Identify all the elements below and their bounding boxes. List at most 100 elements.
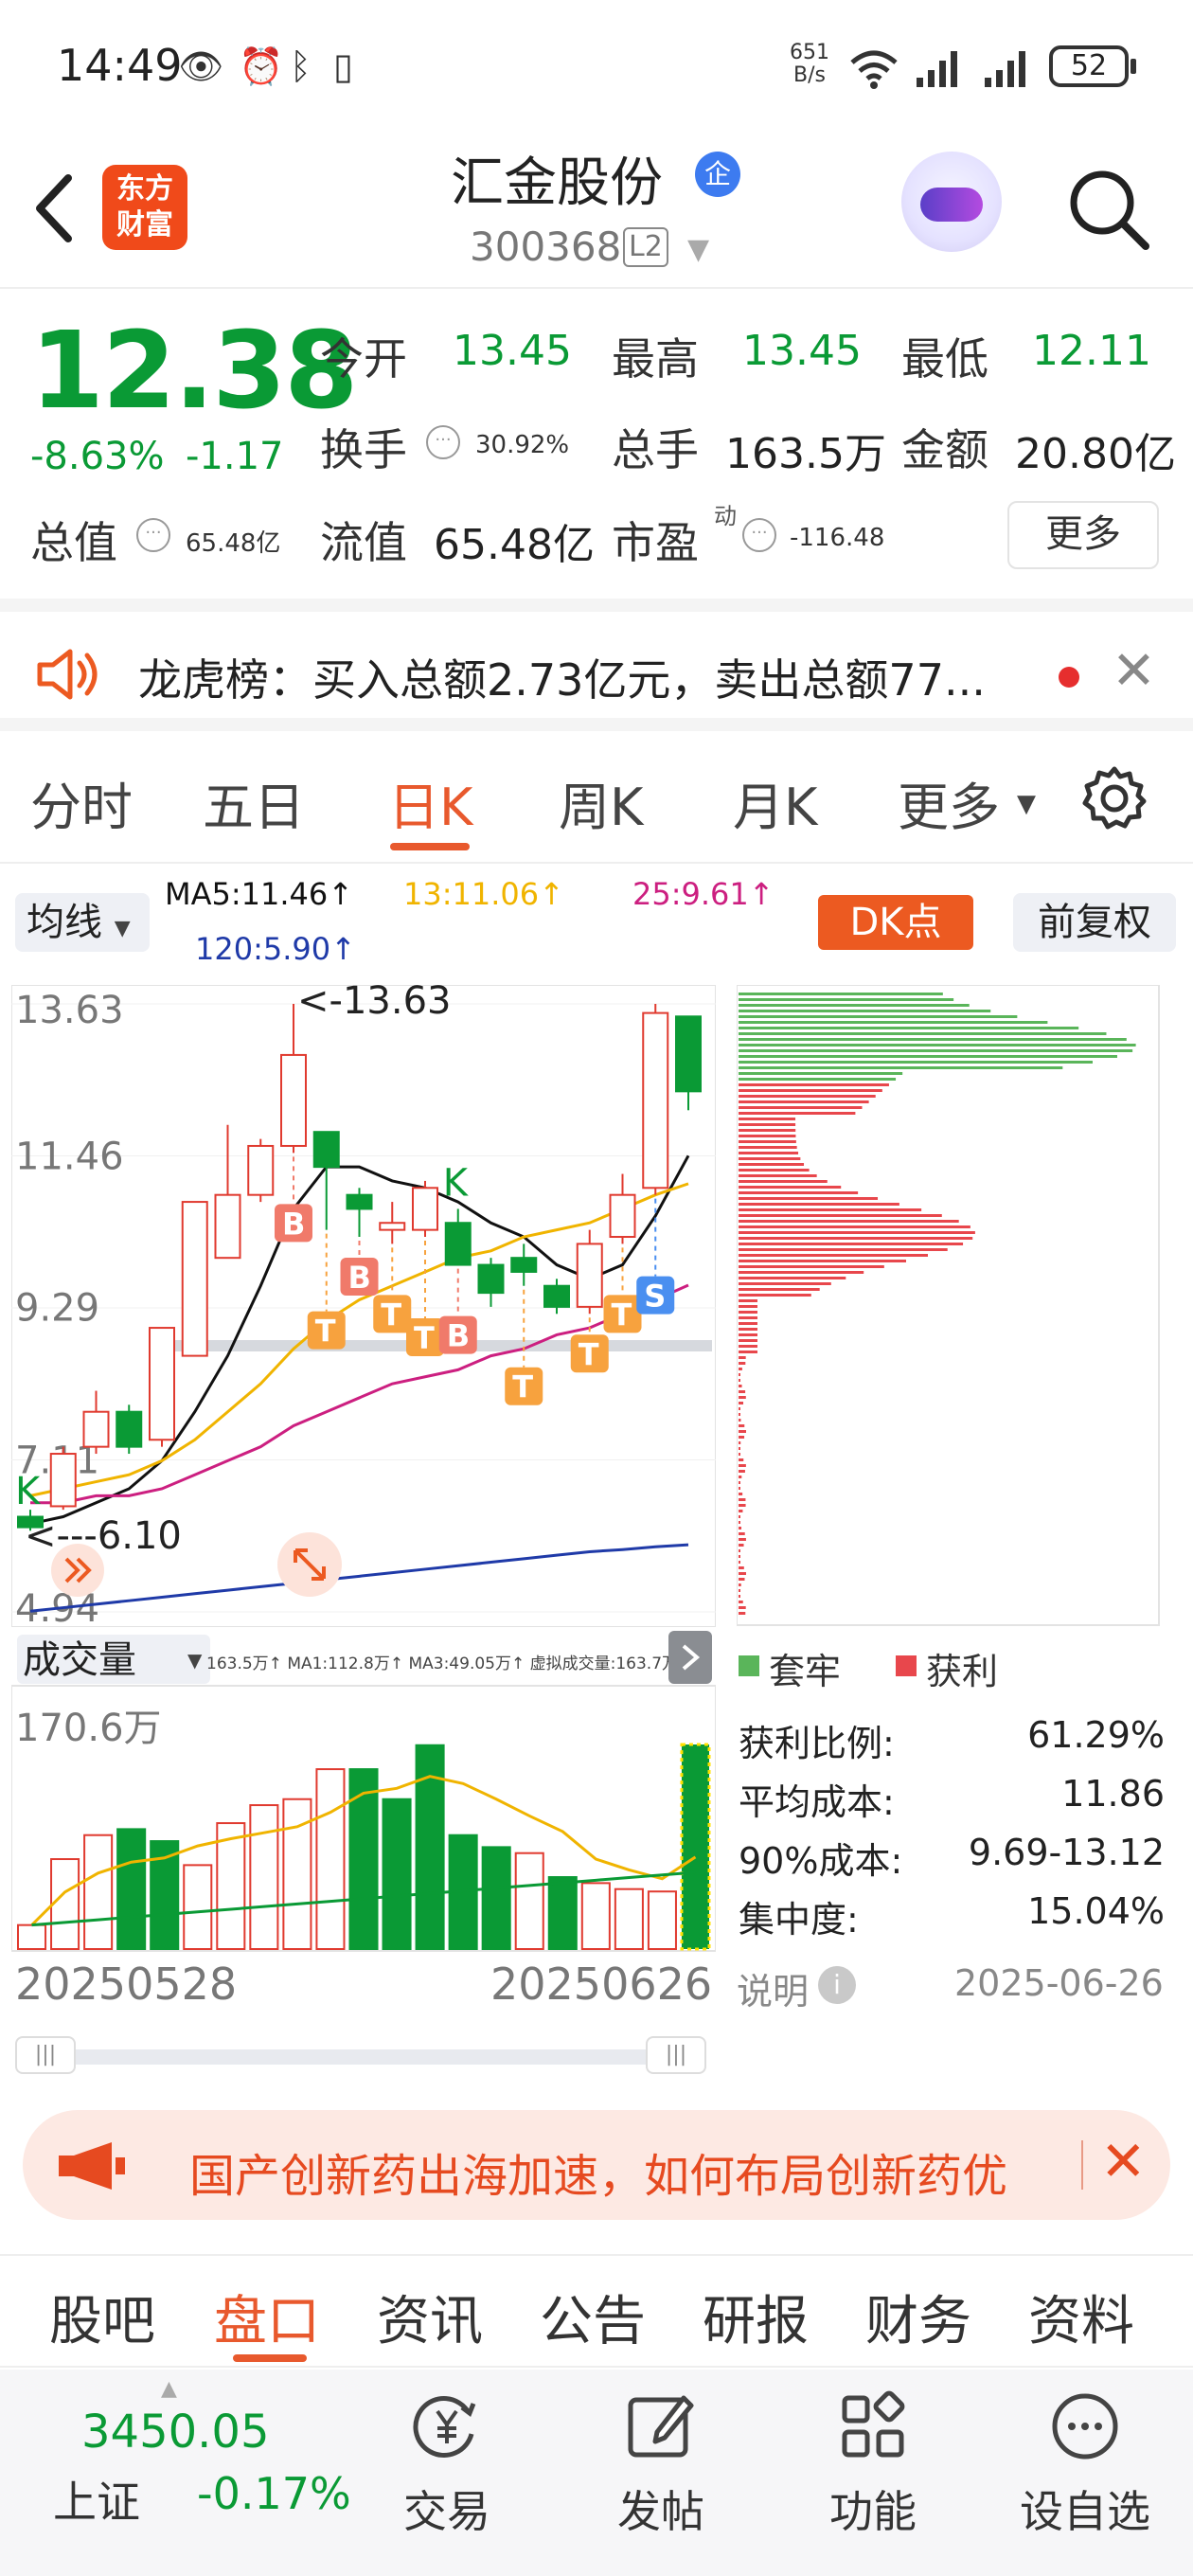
info-icon[interactable]: i [818, 1966, 856, 2004]
tab-financials[interactable]: 财务 [865, 2279, 971, 2355]
stock-code[interactable]: 300368 [470, 224, 621, 270]
chip-bar [739, 1299, 757, 1302]
chip-bar [739, 1549, 740, 1552]
back-icon[interactable] [27, 170, 83, 246]
chip-bar [739, 1595, 740, 1598]
nav-trade[interactable]: 交易 [381, 2379, 513, 2559]
tab-monthly-k[interactable]: 月K [733, 765, 817, 840]
nav-post[interactable]: 发帖 [595, 2379, 727, 2559]
chip-bar [739, 1436, 745, 1439]
dk-point-button[interactable]: DK点 [818, 895, 973, 950]
signal-label: T [579, 1336, 599, 1372]
signal-label: B [447, 1318, 470, 1354]
nav-label: 发帖 [617, 2486, 704, 2537]
y-tick-label: 13.63 [15, 989, 124, 1032]
signal-1-icon [917, 51, 957, 87]
nav-add-watchlist[interactable]: 设自选 [1019, 2379, 1151, 2559]
chip-bar [739, 1191, 859, 1194]
nav-functions[interactable]: 功能 [807, 2379, 939, 2559]
candle-body [576, 1243, 603, 1308]
ma-select[interactable]: 均线 ▼ [15, 893, 150, 952]
change-amount: -1.17 [186, 435, 284, 478]
close-icon[interactable]: ✕ [1100, 2129, 1147, 2193]
tab-forum[interactable]: 股吧 [49, 2279, 155, 2355]
promo-banner[interactable]: 国产创新药出海加速，如何布局创新药优 ✕ [23, 2110, 1170, 2220]
chip-bar [739, 1248, 948, 1251]
tab-more[interactable]: 更多 [898, 765, 1000, 840]
chip-bar [739, 1146, 797, 1149]
tab-research[interactable]: 研报 [703, 2279, 809, 2355]
chip-bar [739, 1441, 741, 1444]
signal-k: K [443, 1161, 470, 1205]
candlestick-chart[interactable]: 13.6311.469.297.114.94 KBTBTTKBTTTS <-13… [11, 985, 716, 1627]
chip-bar [739, 1288, 820, 1291]
chip-bar [739, 1152, 799, 1154]
info-dots-icon[interactable]: ··· [426, 425, 460, 459]
explain-link[interactable]: 说明 [737, 1962, 809, 2014]
gear-icon[interactable] [1079, 763, 1149, 833]
chip-bar [739, 1447, 740, 1450]
chip-bar [739, 1521, 740, 1524]
chip-distribution-chart [737, 985, 1160, 1626]
tab-daily-k[interactable]: 日K [388, 765, 472, 840]
tab-orderbook[interactable]: 盘口 [214, 2279, 320, 2355]
logo-line2: 财富 [116, 208, 173, 242]
volume-value: 163.5万 [725, 430, 886, 478]
stock-header: 东方 财富 汇金股份 企 300368 L2 ▼ [0, 133, 1193, 289]
scroller-right-handle[interactable]: ||| [646, 2036, 706, 2074]
chip-bar [739, 1015, 1018, 1018]
chip-bar [739, 1555, 740, 1558]
scroller-left-handle[interactable]: ||| [15, 2036, 76, 2074]
signal-label: T [414, 1320, 435, 1356]
signal-label: T [512, 1369, 533, 1405]
app-logo[interactable]: 东方 财富 [102, 165, 187, 250]
promo-divider [1081, 2140, 1083, 2190]
tab-profile[interactable]: 资料 [1028, 2279, 1134, 2355]
chip-bar [739, 1402, 744, 1404]
candle-body [675, 1015, 702, 1093]
double-chevron-icon[interactable] [51, 1544, 104, 1597]
chip-bar [739, 1430, 746, 1433]
tab-weekly-k[interactable]: 周K [559, 765, 643, 840]
chip-bar [739, 1458, 744, 1461]
volume-bar [680, 1743, 711, 1951]
close-icon[interactable]: ✕ [1112, 640, 1156, 702]
battery-indicator: 52 [1049, 45, 1136, 87]
low-label: 最低 [901, 333, 988, 385]
tab-intraday[interactable]: 分时 [30, 765, 133, 840]
info-dots-icon[interactable]: ··· [742, 518, 776, 552]
tab-news[interactable]: 资讯 [377, 2279, 483, 2355]
dragon-tiger-notice[interactable]: 龙虎榜：买入总额2.73亿元，卖出总额77... ✕ [0, 599, 1193, 731]
tab-five-day[interactable]: 五日 [203, 765, 305, 840]
tab-announcements[interactable]: 公告 [540, 2279, 646, 2355]
volume-chart[interactable]: 成交量 ▼ 163.5万↑ MA1:112.8万↑ MA3:49.05万↑ 虚拟… [11, 1631, 716, 1953]
info-dots-icon[interactable]: ··· [136, 518, 170, 552]
chart-range-scroller[interactable]: ||| ||| [15, 2036, 712, 2074]
volume-label: 总手 [612, 424, 699, 475]
expand-right-button[interactable] [668, 1631, 712, 1684]
chip-value: 15.04% [1027, 1890, 1165, 1932]
search-icon[interactable] [1060, 161, 1155, 256]
status-time: 14:49 [57, 40, 183, 91]
chevron-down-icon[interactable]: ▼ [687, 233, 709, 266]
signal-label: B [282, 1206, 305, 1242]
chip-bar [739, 1038, 1127, 1041]
scroller-track[interactable] [44, 2049, 687, 2065]
expand-icon[interactable] [277, 1532, 342, 1597]
chip-bar [739, 1027, 1079, 1029]
enterprise-badge: 企 [695, 152, 740, 197]
more-quote-button[interactable]: 更多 [1007, 501, 1159, 569]
chip-bar [739, 1532, 745, 1535]
candle-body [609, 1193, 636, 1239]
chip-label: 平均成本: [739, 1781, 895, 1823]
volume-bar [50, 1858, 80, 1950]
chip-bar [739, 1612, 746, 1615]
volume-bar [249, 1804, 279, 1950]
chip-bar [739, 1180, 828, 1183]
chip-bar [739, 1356, 746, 1359]
adjust-price-button[interactable]: 前复权 [1013, 893, 1176, 952]
chip-bar [739, 1333, 757, 1336]
volume-legend: 163.5万↑ MA1:112.8万↑ MA3:49.05万↑ 虚拟成交量:16… [206, 1655, 678, 1673]
open-value: 13.45 [453, 327, 572, 375]
candle-body [214, 1193, 241, 1260]
